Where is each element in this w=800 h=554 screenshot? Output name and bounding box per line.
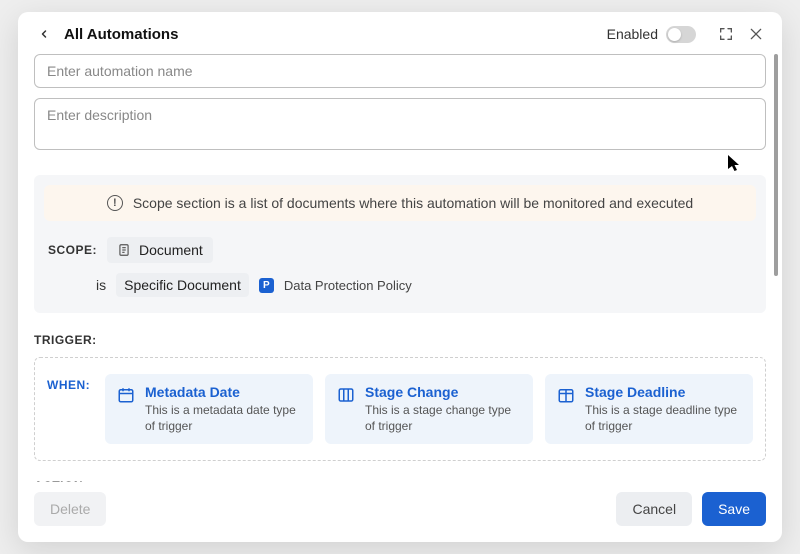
stage-deadline-icon [557, 386, 575, 404]
close-button[interactable] [746, 24, 766, 44]
automation-name-input[interactable] [34, 54, 766, 88]
stage-icon [337, 386, 355, 404]
modal-header: All Automations Enabled [18, 12, 782, 52]
automation-editor-modal: All Automations Enabled ! Scope section … [18, 12, 782, 542]
back-button[interactable] [34, 24, 54, 44]
automation-description-input[interactable] [34, 98, 766, 150]
close-icon [748, 26, 764, 42]
trigger-option-title: Stage Change [365, 384, 521, 400]
scope-condition-chip[interactable]: Specific Document [116, 273, 249, 297]
when-label: WHEN: [47, 374, 93, 392]
document-icon [117, 243, 131, 257]
trigger-option-metadata-date[interactable]: Metadata Date This is a metadata date ty… [105, 374, 313, 444]
chevron-left-icon [38, 28, 50, 40]
scope-condition-row: is Specific Document P Data Protection P… [96, 273, 752, 297]
trigger-option-stage-deadline[interactable]: Stage Deadline This is a stage deadline … [545, 374, 753, 444]
enabled-label: Enabled [607, 26, 658, 42]
expand-icon [718, 26, 734, 42]
cancel-button[interactable]: Cancel [616, 492, 692, 526]
calendar-icon [117, 386, 135, 404]
scope-row: SCOPE: Document [48, 237, 752, 263]
doc-badge: P [259, 278, 274, 293]
trigger-option-grid: Metadata Date This is a metadata date ty… [105, 374, 753, 444]
modal-body: ! Scope section is a list of documents w… [18, 52, 782, 482]
trigger-section-label: TRIGGER: [34, 333, 766, 347]
scope-info-banner: ! Scope section is a list of documents w… [44, 185, 756, 221]
toggle-knob [668, 28, 681, 41]
scrollbar-thumb[interactable] [774, 54, 778, 276]
scope-condition-prefix: is [96, 277, 106, 293]
trigger-option-title: Stage Deadline [585, 384, 741, 400]
trigger-section: WHEN: Metadata Date This is a metadata d… [34, 357, 766, 461]
header-title: All Automations [64, 26, 178, 43]
trigger-option-stage-change[interactable]: Stage Change This is a stage change type… [325, 374, 533, 444]
trigger-option-desc: This is a stage deadline type of trigger [585, 403, 741, 434]
modal-footer: Delete Cancel Save [18, 482, 782, 542]
trigger-option-title: Metadata Date [145, 384, 301, 400]
fullscreen-button[interactable] [716, 24, 736, 44]
delete-button[interactable]: Delete [34, 492, 106, 526]
info-icon: ! [107, 195, 123, 211]
trigger-option-desc: This is a metadata date type of trigger [145, 403, 301, 434]
scope-banner-text: Scope section is a list of documents whe… [133, 195, 693, 211]
action-section-label: ACTION: [34, 479, 766, 482]
enabled-toggle[interactable] [666, 26, 696, 43]
trigger-option-desc: This is a stage change type of trigger [365, 403, 521, 434]
scope-label: SCOPE: [48, 243, 97, 257]
enabled-toggle-group: Enabled [607, 26, 696, 43]
scope-type-label: Document [139, 242, 203, 258]
scope-document-name[interactable]: Data Protection Policy [284, 278, 412, 293]
save-button[interactable]: Save [702, 492, 766, 526]
scope-type-chip[interactable]: Document [107, 237, 213, 263]
scope-section: ! Scope section is a list of documents w… [34, 175, 766, 313]
